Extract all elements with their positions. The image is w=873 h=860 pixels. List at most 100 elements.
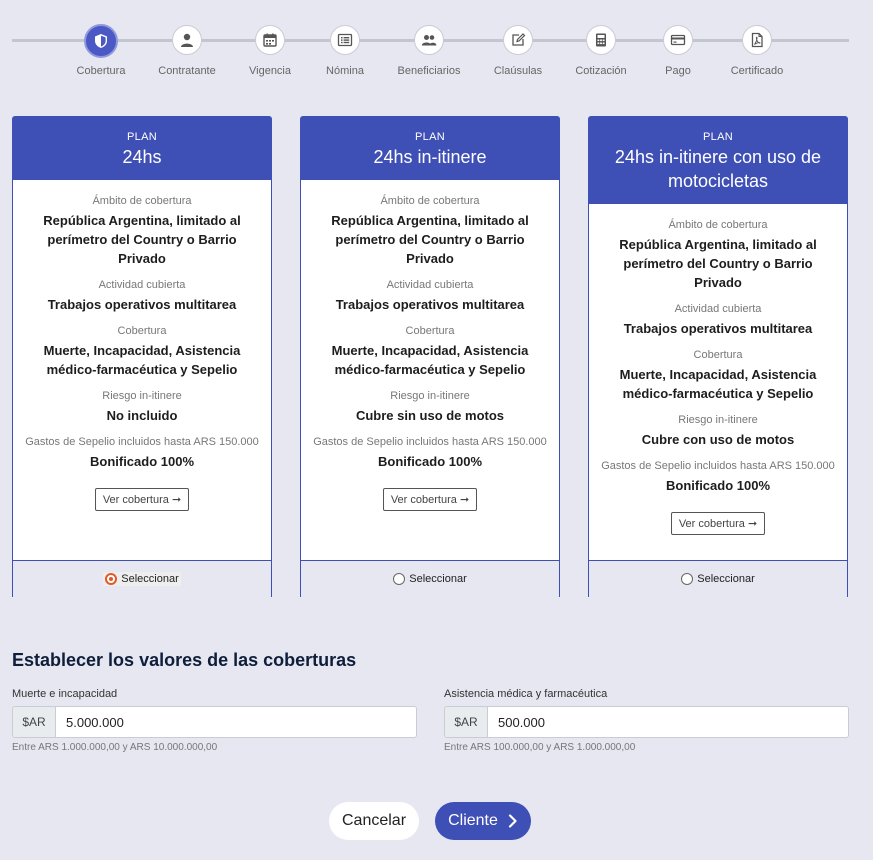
button-label: Ver cobertura bbox=[678, 518, 745, 530]
field-value: Muerte, Incapacidad, Asistencia médico-f… bbox=[619, 367, 817, 401]
arrow-right-icon: ➞ bbox=[747, 518, 758, 530]
field-value: Bonificado 100% bbox=[89, 454, 195, 469]
plan-select: Seleccionar bbox=[588, 561, 848, 597]
button-label: Ver cobertura bbox=[102, 494, 169, 506]
button-label: Cliente bbox=[448, 812, 498, 829]
edit-icon bbox=[503, 25, 533, 55]
field-ambito: Ámbito de cobertura República Argentina,… bbox=[599, 218, 837, 292]
progress-stepper: Cobertura Contratante Vigencia Nómina Be… bbox=[0, 0, 873, 90]
plan-select: Seleccionar bbox=[300, 561, 560, 597]
next-cliente-button[interactable]: Cliente bbox=[435, 802, 531, 840]
shield-icon bbox=[84, 24, 118, 58]
step-label: Nómina bbox=[326, 65, 364, 77]
field-label: Ámbito de cobertura bbox=[668, 219, 768, 231]
field-value: República Argentina, limitado al perímet… bbox=[331, 213, 529, 266]
field-label: Ámbito de cobertura bbox=[380, 195, 480, 207]
field-actividad: Actividad cubierta Trabajos operativos m… bbox=[599, 302, 837, 338]
asistencia-medica-input[interactable] bbox=[488, 707, 848, 737]
field-value: República Argentina, limitado al perímet… bbox=[43, 213, 241, 266]
field-label: Muerte e incapacidad bbox=[12, 688, 118, 700]
field-cobertura: Cobertura Muerte, Incapacidad, Asistenci… bbox=[599, 348, 837, 403]
radio-unselected-icon bbox=[393, 573, 406, 585]
plan-card-body: PLAN 24hs Ámbito de cobertura República … bbox=[12, 116, 272, 561]
plan-select: Seleccionar bbox=[12, 561, 272, 597]
field-cobertura: Cobertura Muerte, Incapacidad, Asistenci… bbox=[23, 324, 261, 379]
field-sepelio: Gastos de Sepelio incluidos hasta ARS 15… bbox=[23, 435, 261, 471]
plan-details: Ámbito de cobertura República Argentina,… bbox=[589, 204, 847, 535]
step-label: Claúsulas bbox=[493, 65, 543, 77]
step-label: Pago bbox=[665, 65, 691, 77]
plan-card-24hs-motocicletas: PLAN 24hs in-itinere con uso de motocicl… bbox=[588, 116, 848, 597]
field-sepelio: Gastos de Sepelio incluidos hasta ARS 15… bbox=[599, 459, 837, 495]
field-label: Actividad cubierta bbox=[98, 279, 186, 291]
plan-name: 24hs bbox=[122, 147, 162, 167]
step-nomina[interactable]: Nómina bbox=[300, 25, 390, 77]
step-label: Contratante bbox=[158, 65, 216, 77]
ver-cobertura-button[interactable]: Ver cobertura ➞ bbox=[670, 512, 766, 535]
field-help: Entre ARS 1.000.000,00 y ARS 10.000.000,… bbox=[12, 742, 218, 753]
radio-unselected-icon bbox=[681, 573, 694, 585]
field-label: Cobertura bbox=[117, 325, 167, 337]
plan-details: Ámbito de cobertura República Argentina,… bbox=[301, 180, 559, 511]
muerte-incapacidad-field: Muerte e incapacidad $AR Entre ARS 1.000… bbox=[12, 688, 417, 753]
users-icon bbox=[414, 25, 444, 55]
cancel-button[interactable]: Cancelar bbox=[329, 802, 419, 840]
select-radio-24hs-motocicletas[interactable]: Seleccionar bbox=[679, 572, 756, 586]
field-value: Bonificado 100% bbox=[377, 454, 483, 469]
plan-header: PLAN 24hs in-itinere bbox=[301, 117, 559, 180]
field-actividad: Actividad cubierta Trabajos operativos m… bbox=[311, 278, 549, 314]
field-value: Trabajos operativos multitarea bbox=[623, 321, 813, 336]
ver-cobertura-button[interactable]: Ver cobertura ➞ bbox=[382, 488, 478, 511]
plan-card-24hs: PLAN 24hs Ámbito de cobertura República … bbox=[12, 116, 272, 597]
step-certificado[interactable]: Certificado bbox=[712, 25, 802, 77]
plan-name: 24hs in-itinere bbox=[373, 147, 487, 167]
list-icon bbox=[330, 25, 360, 55]
select-radio-24hs[interactable]: Seleccionar bbox=[103, 572, 181, 586]
input-group: $AR bbox=[444, 706, 849, 738]
field-label: Ámbito de cobertura bbox=[92, 195, 192, 207]
step-cobertura[interactable]: Cobertura bbox=[56, 24, 146, 77]
radio-selected-icon bbox=[105, 573, 118, 585]
input-group: $AR bbox=[12, 706, 417, 738]
step-clausulas[interactable]: Claúsulas bbox=[473, 25, 563, 77]
section-title: Establecer los valores de las coberturas bbox=[12, 650, 357, 670]
arrow-right-icon: ➞ bbox=[171, 494, 182, 506]
field-value: Muerte, Incapacidad, Asistencia médico-f… bbox=[43, 343, 241, 377]
field-riesgo: Riesgo in-itinere No incluido bbox=[23, 389, 261, 425]
plan-kicker: PLAN bbox=[127, 131, 157, 143]
step-beneficiarios[interactable]: Beneficiarios bbox=[384, 25, 474, 77]
pdf-file-icon bbox=[742, 25, 772, 55]
field-value: República Argentina, limitado al perímet… bbox=[619, 237, 817, 290]
button-label: Ver cobertura bbox=[390, 494, 457, 506]
plan-header: PLAN 24hs bbox=[13, 117, 271, 180]
calendar-icon bbox=[255, 25, 285, 55]
field-label: Riesgo in-itinere bbox=[678, 414, 758, 426]
field-label: Cobertura bbox=[693, 349, 743, 361]
field-label: Actividad cubierta bbox=[386, 279, 474, 291]
field-actividad: Actividad cubierta Trabajos operativos m… bbox=[23, 278, 261, 314]
field-label: Gastos de Sepelio incluidos hasta ARS 15… bbox=[313, 436, 547, 448]
select-radio-24hs-in-itinere[interactable]: Seleccionar bbox=[391, 572, 468, 586]
currency-prefix: $AR bbox=[445, 707, 488, 737]
plan-kicker: PLAN bbox=[415, 131, 445, 143]
field-riesgo: Riesgo in-itinere Cubre sin uso de motos bbox=[311, 389, 549, 425]
field-value: Muerte, Incapacidad, Asistencia médico-f… bbox=[331, 343, 529, 377]
step-label: Beneficiarios bbox=[397, 65, 461, 77]
field-cobertura: Cobertura Muerte, Incapacidad, Asistenci… bbox=[311, 324, 549, 379]
field-value: No incluido bbox=[106, 408, 178, 423]
muerte-incapacidad-input[interactable] bbox=[56, 707, 416, 737]
step-pago[interactable]: Pago bbox=[633, 25, 723, 77]
field-label: Asistencia médica y farmacéutica bbox=[444, 688, 608, 700]
field-value: Cubre sin uso de motos bbox=[355, 408, 505, 423]
field-label: Riesgo in-itinere bbox=[102, 390, 182, 402]
select-label: Seleccionar bbox=[697, 573, 755, 585]
chevron-right-icon bbox=[508, 814, 517, 828]
field-label: Riesgo in-itinere bbox=[390, 390, 470, 402]
step-contratante[interactable]: Contratante bbox=[142, 25, 232, 77]
step-label: Cobertura bbox=[76, 65, 126, 77]
ver-cobertura-button[interactable]: Ver cobertura ➞ bbox=[94, 488, 190, 511]
select-label: Seleccionar bbox=[409, 573, 467, 585]
field-value: Trabajos operativos multitarea bbox=[47, 297, 237, 312]
user-icon bbox=[172, 25, 202, 55]
plan-card-body: PLAN 24hs in-itinere con uso de motocicl… bbox=[588, 116, 848, 561]
